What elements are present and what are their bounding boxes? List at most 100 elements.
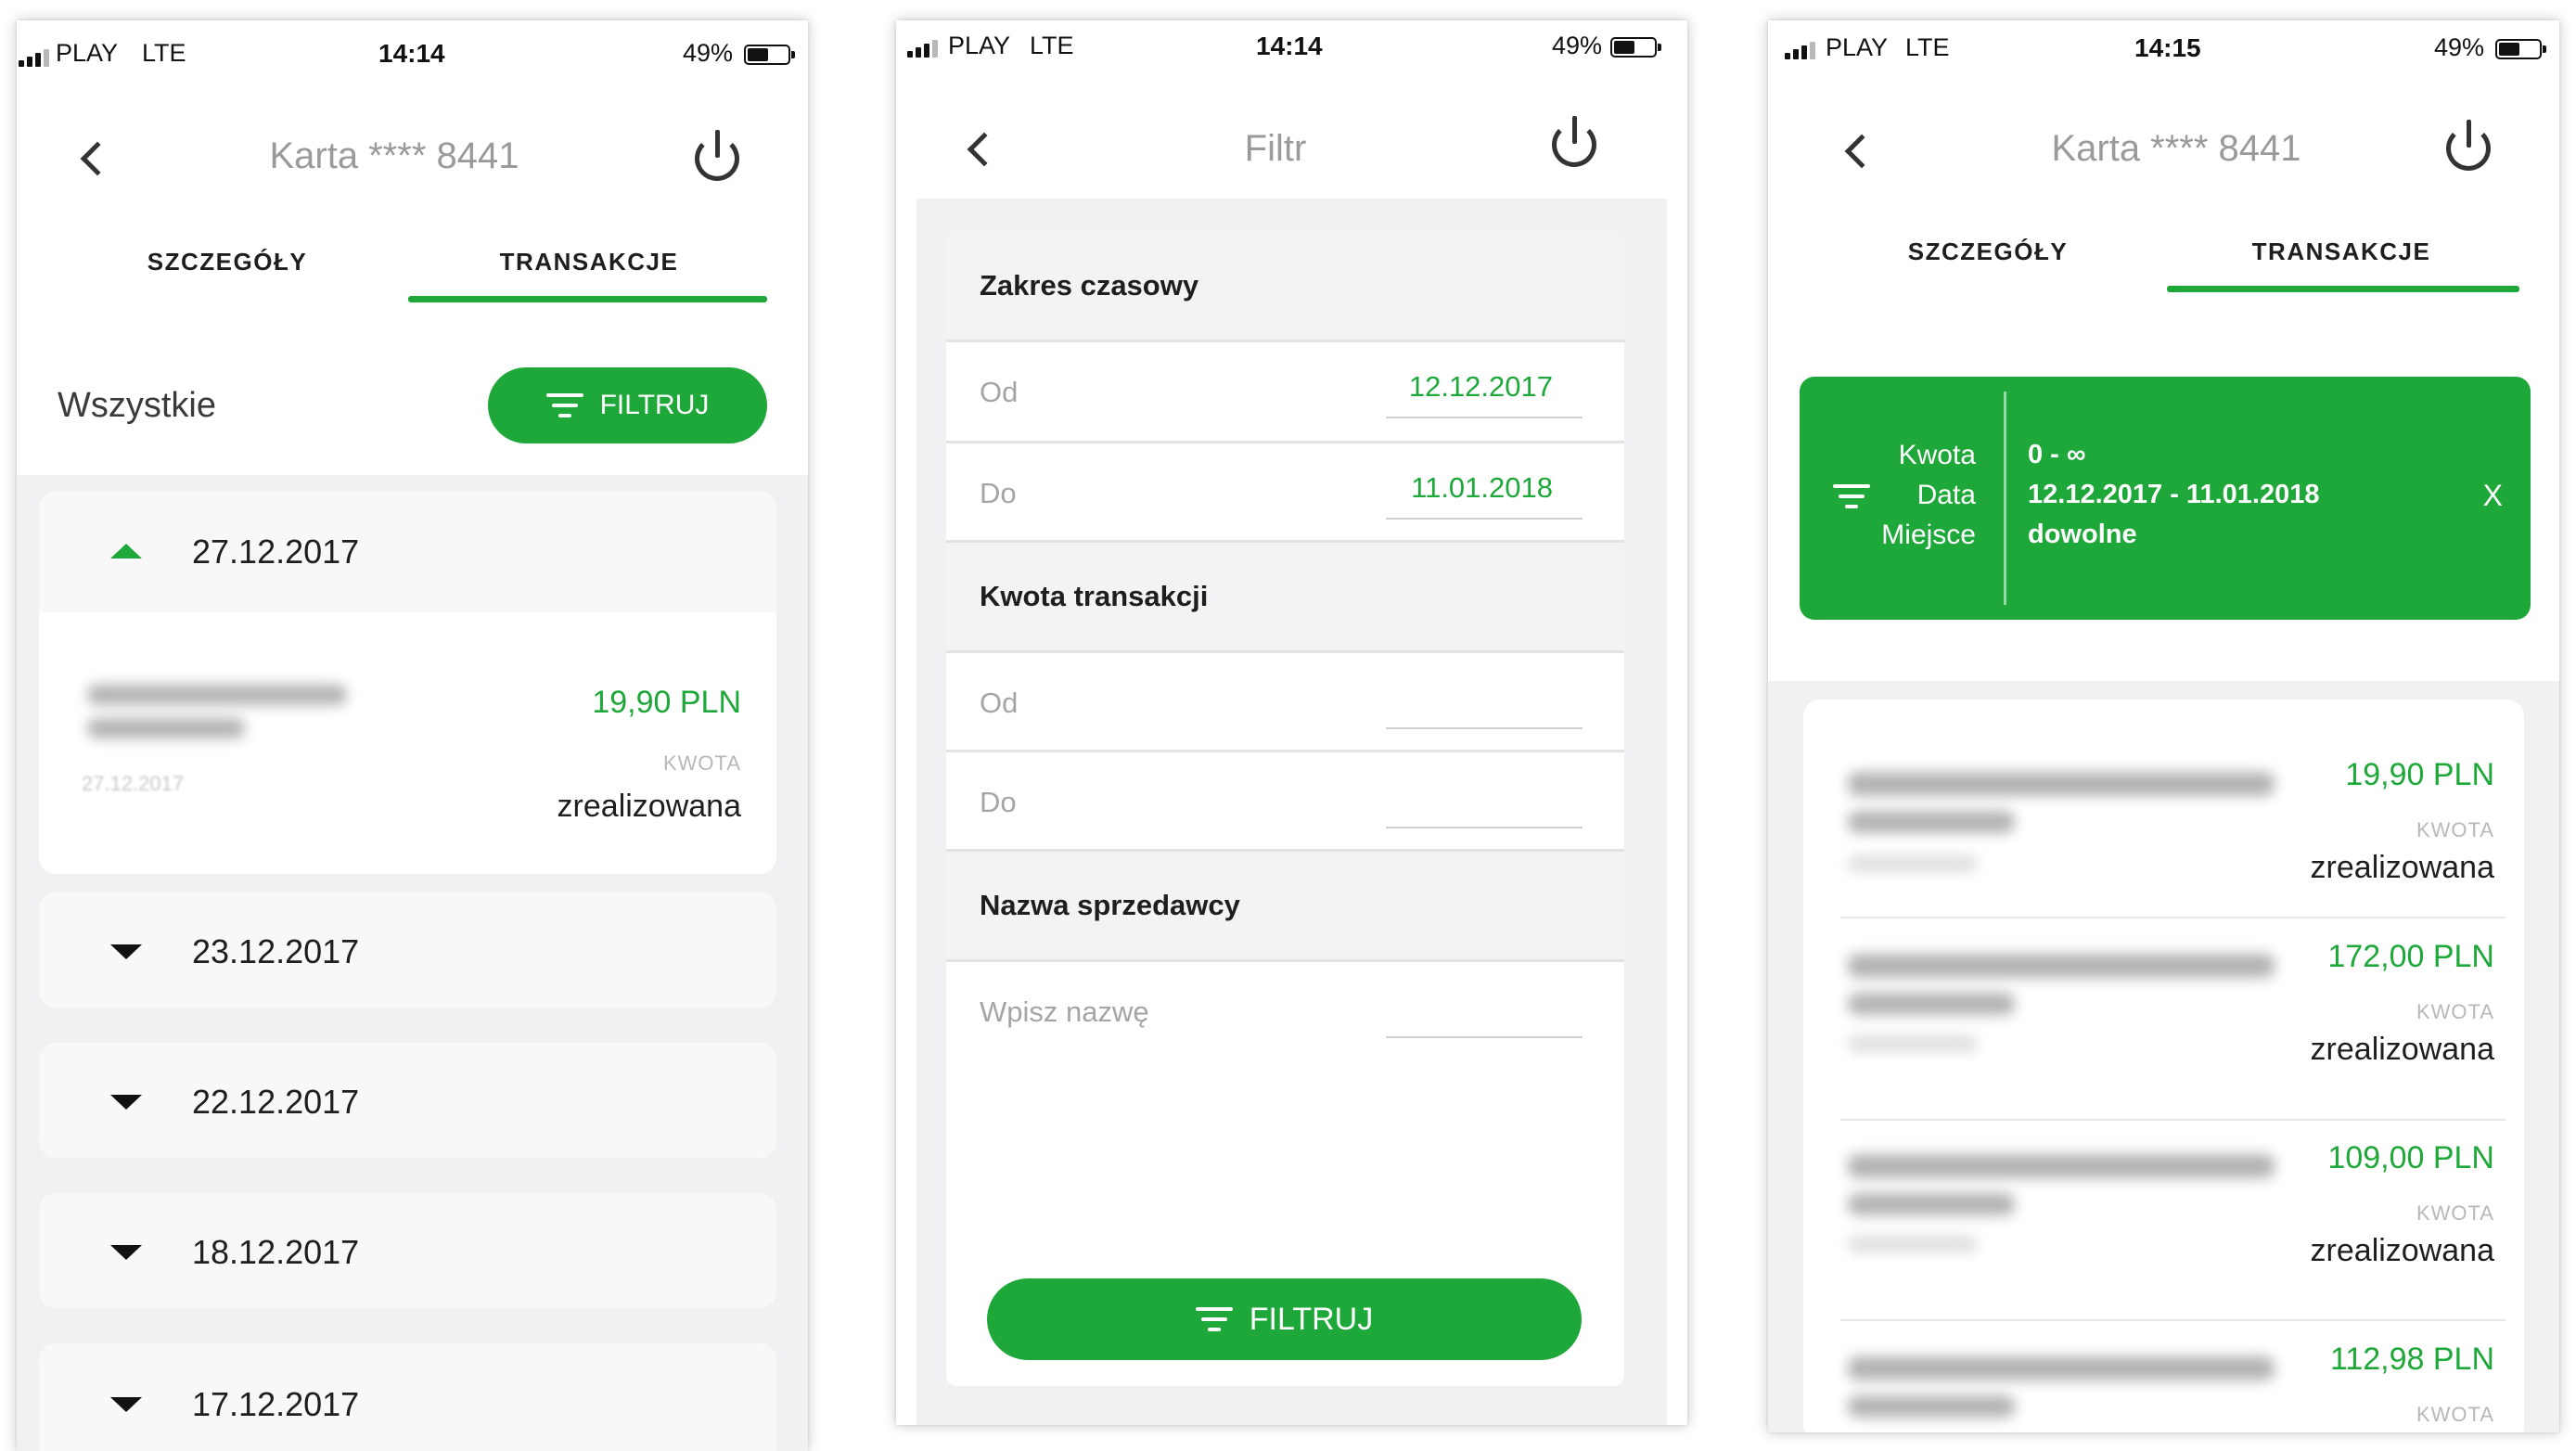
- battery-icon: [744, 45, 795, 65]
- filter-lines-icon: [545, 393, 583, 417]
- page-title: Karta **** 8441: [2051, 128, 2301, 169]
- apply-filter-label: FILTRUJ: [1249, 1301, 1374, 1337]
- status-bar: PLAY LTE 14:14 49%: [17, 20, 808, 85]
- date-group-collapsed[interactable]: 23.12.2017: [39, 892, 776, 1008]
- section-heading: Kwota transakcji: [980, 580, 1209, 612]
- summary-value-date: 12.12.2017 - 11.01.2018: [2028, 480, 2320, 509]
- signal-icon: [1785, 41, 1815, 59]
- transaction-amount: 109,00 PLN: [2327, 1140, 2494, 1175]
- back-chevron-icon[interactable]: [1844, 134, 1879, 169]
- date-from-field[interactable]: Od 12.12.2017: [946, 342, 1624, 441]
- amount-from-field[interactable]: Od: [946, 653, 1624, 750]
- filter-button[interactable]: FILTRUJ: [488, 367, 767, 443]
- section-heading: Zakres czasowy: [980, 269, 1199, 302]
- summary-value-amount: 0 - ∞: [2028, 440, 2086, 469]
- filter-label: Wszystkie: [58, 386, 216, 425]
- status-bar: PLAY LTE 14:14 49%: [896, 20, 1687, 85]
- blurred-merchant-location: [1848, 1395, 2015, 1418]
- tab-details[interactable]: SZCZEGÓŁY: [1908, 238, 2068, 266]
- filter-lines-icon: [1833, 484, 1870, 508]
- screen-card-transactions: PLAY LTE 14:14 49% Karta **** 8441 SZCZE…: [17, 20, 808, 1451]
- blurred-merchant-name: [1848, 954, 2275, 978]
- carrier-label: PLAY: [948, 32, 1011, 59]
- apply-filter-button[interactable]: FILTRUJ: [987, 1278, 1582, 1360]
- date-to-field[interactable]: Do 11.01.2018: [946, 443, 1624, 540]
- active-filter-summary[interactable]: Kwota Data Miejsce 0 - ∞ 12.12.2017 - 11…: [1800, 377, 2531, 620]
- screen-card-filtered-transactions: PLAY LTE 14:15 49% Karta **** 8441 SZCZE…: [1768, 20, 2559, 1432]
- page-title: Filtr: [1244, 128, 1307, 169]
- date-label: 23.12.2017: [192, 932, 360, 970]
- filter-lines-icon: [1195, 1307, 1233, 1331]
- carrier-label: PLAY: [56, 39, 119, 67]
- status-bar: PLAY LTE 14:15 49%: [1768, 20, 2559, 85]
- divider: [1840, 1319, 2506, 1321]
- screen-card-filter: PLAY LTE 14:14 49% Filtr Zakres czasowy …: [896, 20, 1687, 1425]
- transaction-amount: 172,00 PLN: [2327, 939, 2494, 974]
- carrier-label: PLAY: [1826, 33, 1889, 61]
- blurred-merchant-name: [1848, 772, 2275, 796]
- summary-label-amount: Kwota: [1898, 440, 1976, 470]
- triangle-down-icon: [110, 944, 142, 959]
- date-group-collapsed[interactable]: 22.12.2017: [39, 1043, 776, 1158]
- transaction-status: zrealizowana: [2310, 1233, 2494, 1268]
- date-from-value[interactable]: 12.12.2017: [1409, 370, 1553, 404]
- seller-name-placeholder: Wpisz nazwę: [980, 995, 1149, 1028]
- blurred-date: [1848, 1236, 1978, 1252]
- date-label: 18.12.2017: [192, 1233, 360, 1271]
- power-icon[interactable]: [1552, 116, 1596, 167]
- section-time-range: Zakres czasowy: [946, 232, 1624, 340]
- date-group-collapsed[interactable]: 17.12.2017: [39, 1343, 776, 1451]
- section-seller: Nazwa sprzedawcy: [946, 852, 1624, 959]
- date-group-expanded: 27.12.2017 27.12.2017 19,90 PLN KWOTA zr…: [39, 492, 776, 874]
- date-label: 22.12.2017: [192, 1083, 360, 1121]
- transaction-amount: 112,98 PLN: [2329, 1342, 2494, 1377]
- blurred-merchant-location: [87, 718, 245, 738]
- tab-details[interactable]: SZCZEGÓŁY: [147, 248, 307, 276]
- active-tab-indicator: [2167, 286, 2519, 292]
- field-label: Do: [980, 477, 1017, 509]
- date-label: 27.12.2017: [192, 533, 360, 571]
- triangle-up-icon[interactable]: [110, 544, 142, 559]
- active-tab-indicator: [408, 296, 767, 302]
- back-chevron-icon[interactable]: [967, 132, 1002, 167]
- tab-transactions[interactable]: TRANSAKCJE: [2252, 238, 2431, 266]
- field-underline: [1386, 1036, 1583, 1038]
- amount-to-field[interactable]: Do: [946, 752, 1624, 849]
- transaction-date: 27.12.2017: [82, 772, 185, 795]
- divider: [1840, 917, 2506, 918]
- date-header[interactable]: 27.12.2017: [39, 492, 776, 612]
- network-label: LTE: [1030, 32, 1074, 59]
- amount-caption: KWOTA: [2416, 1000, 2494, 1023]
- blurred-merchant-name: [1848, 1356, 2275, 1380]
- transaction-amount: 19,90 PLN: [592, 685, 741, 720]
- seller-name-input[interactable]: Wpisz nazwę: [946, 962, 1624, 1064]
- transaction-status: zrealizowana: [2310, 850, 2494, 885]
- summary-label-place: Miejsce: [1881, 520, 1976, 550]
- amount-caption: KWOTA: [2416, 818, 2494, 841]
- blurred-date: [1848, 1035, 1978, 1052]
- field-label: Od: [980, 376, 1019, 408]
- power-icon[interactable]: [695, 130, 739, 181]
- back-chevron-icon[interactable]: [80, 141, 115, 176]
- triangle-down-icon: [110, 1095, 142, 1110]
- field-label: Od: [980, 687, 1019, 719]
- battery-percent: 49%: [2434, 33, 2485, 61]
- summary-value-place: dowolne: [2028, 520, 2137, 549]
- date-group-collapsed[interactable]: 18.12.2017: [39, 1193, 776, 1308]
- date-to-value[interactable]: 11.01.2018: [1411, 471, 1553, 505]
- clear-filter-close-icon[interactable]: X: [2483, 479, 2503, 513]
- amount-caption: KWOTA: [662, 751, 741, 775]
- amount-caption: KWOTA: [2416, 1201, 2494, 1225]
- network-label: LTE: [1905, 33, 1950, 61]
- page-title: Karta **** 8441: [269, 135, 519, 176]
- power-icon[interactable]: [2446, 120, 2491, 171]
- transaction-status: zrealizowana: [557, 789, 741, 824]
- field-underline: [1386, 827, 1583, 828]
- amount-caption: KWOTA: [2416, 1403, 2494, 1426]
- section-amount: Kwota transakcji: [946, 543, 1624, 650]
- signal-icon: [19, 48, 49, 67]
- triangle-down-icon: [110, 1397, 142, 1412]
- tab-transactions[interactable]: TRANSAKCJE: [500, 248, 679, 276]
- field-underline: [1386, 727, 1583, 729]
- field-underline: [1386, 417, 1583, 418]
